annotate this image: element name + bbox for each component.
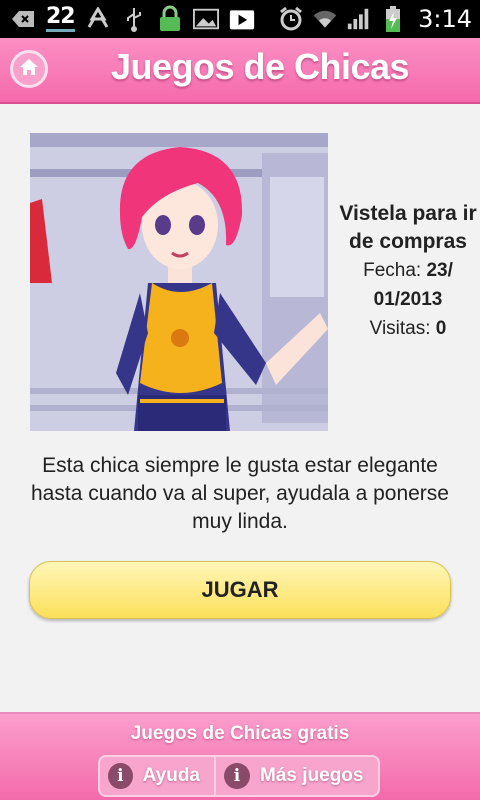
alarm-icon [278, 6, 304, 32]
play-button[interactable]: JUGAR [29, 561, 451, 619]
game-visits: Visitas: 0 [336, 314, 480, 343]
footer: Juegos de Chicas gratis i Ayuda i Más ju… [0, 712, 480, 800]
help-label: Ayuda [142, 765, 200, 786]
visits-label: Visitas: [369, 318, 431, 339]
clock: 3:14 [418, 5, 472, 33]
game-info: Vistela para ir de compras Fecha: 23/ 01… [336, 200, 480, 343]
game-date: Fecha: 23/ 01/2013 [336, 256, 480, 314]
battery-icon [380, 6, 406, 32]
image-icon [192, 6, 219, 32]
help-button[interactable]: i Ayuda [98, 755, 216, 797]
home-icon [19, 58, 39, 81]
game-description: Esta chica siempre le gusta estar elegan… [31, 454, 449, 533]
back-icon [10, 6, 36, 32]
more-games-label: Más juegos [260, 765, 364, 786]
notification-count: 22 [46, 6, 76, 32]
usb-icon [121, 6, 147, 32]
app-title: Juegos de Chicas [110, 46, 410, 87]
info-icon: i [224, 763, 250, 789]
visits-value: 0 [435, 318, 447, 339]
info-icon: i [108, 763, 133, 789]
status-bar: 22 3:14 [0, 0, 480, 38]
date-label: Fecha: [363, 260, 422, 281]
footer-title: Juegos de Chicas gratis [130, 723, 350, 744]
game-thumbnail [30, 133, 328, 431]
status-bar-notifications: 22 [10, 4, 255, 34]
status-bar-system: 3:14 [278, 4, 472, 34]
wifi-icon [312, 6, 338, 32]
app-header: Juegos de Chicas [0, 38, 480, 104]
game-title: Vistela para ir de compras [339, 202, 477, 253]
play-store-icon [229, 6, 255, 32]
footer-buttons: i Ayuda i Más juegos [98, 755, 380, 797]
more-games-button[interactable]: i Más juegos [216, 755, 380, 797]
signal-icon [346, 6, 372, 32]
home-button[interactable] [10, 50, 48, 88]
lock-icon [157, 5, 183, 32]
recycle-icon [85, 6, 111, 32]
